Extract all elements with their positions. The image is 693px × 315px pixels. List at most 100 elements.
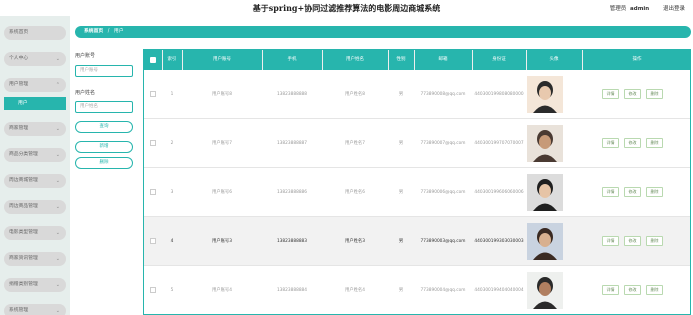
select-all-checkbox[interactable]	[150, 57, 156, 63]
cell-gender: 男	[398, 141, 404, 146]
sidebar-item-mall-management[interactable]: 周边商城管理 ⌄	[4, 174, 66, 188]
account-input[interactable]: 用户账号	[75, 65, 133, 77]
header-name: 用户姓名	[346, 57, 364, 62]
cell-index: 3	[170, 190, 174, 195]
header-email: 邮箱	[438, 57, 448, 62]
sidebar-item-home[interactable]: 系统首页	[4, 26, 66, 40]
cell-idcard: 440300199303030003	[474, 239, 524, 244]
avatar	[527, 76, 563, 113]
row-checkbox[interactable]	[150, 287, 156, 293]
cell-idcard: 440300199707070007	[474, 141, 524, 146]
header-actions: 操作	[632, 57, 642, 62]
user-table: 索引 用户账号 手机 用户姓名 性别 邮箱 身份证 头像 操作 1 用户账号8 1382388888…	[143, 49, 691, 315]
sidebar-item-label: 系统管理	[9, 308, 29, 313]
breadcrumb: 系统首页 / 用户	[75, 26, 691, 38]
table-row[interactable]: 1 用户账号8 13823888888 用户姓名8 男 773890008@qq.com 4…	[144, 70, 690, 119]
add-button[interactable]: 新增	[75, 141, 133, 153]
cell-phone: 13823888886	[276, 190, 308, 195]
logout-link[interactable]: 退出登录	[663, 6, 685, 12]
edit-button[interactable]: 修改	[624, 236, 641, 246]
edit-button[interactable]: 修改	[624, 187, 641, 197]
sidebar-item-system-management[interactable]: 系统管理 ⌄	[4, 304, 66, 315]
detail-button[interactable]: 详情	[602, 236, 619, 246]
cell-account: 用户账号3	[212, 239, 232, 244]
row-checkbox[interactable]	[150, 189, 156, 195]
sidebar-item-label: 周边商城管理	[9, 178, 38, 183]
table-row[interactable]: 3 用户账号6 13823888886 用户姓名6 男 773890006@qq.com 4…	[144, 168, 690, 217]
cell-phone: 13823888884	[276, 288, 308, 293]
breadcrumb-home[interactable]: 系统首页	[84, 29, 103, 34]
sidebar-item-user-management[interactable]: 用户管理 ⌃	[4, 78, 66, 92]
detail-button[interactable]: 详情	[602, 138, 619, 148]
chevron-down-icon: ⌄	[55, 282, 60, 288]
row-checkbox[interactable]	[150, 238, 156, 244]
cell-idcard: 440300199606060006	[474, 190, 524, 195]
delete-row-button[interactable]: 删除	[646, 187, 663, 197]
cell-index: 2	[170, 141, 174, 146]
table-row[interactable]: 4 用户账号3 13823888883 用户姓名3 男 773890003@qq.com 4…	[144, 217, 690, 266]
user-name: admin	[630, 6, 650, 12]
delete-button[interactable]: 删除	[75, 157, 133, 169]
cell-index: 4	[170, 239, 174, 244]
sidebar: 系统首页 个人中心 ⌄ 用户管理 ⌃ 用户 商家管理 ⌄ 商品分类管理 ⌄ 周边商城管理…	[0, 16, 70, 315]
query-button[interactable]: 查询	[75, 121, 133, 133]
sidebar-item-news-management[interactable]: 商家资讯管理 ⌄	[4, 252, 66, 266]
cell-email: 773890003@qq.com	[420, 239, 466, 244]
cell-account: 用户账号6	[212, 190, 232, 195]
cell-email: 773890007@qq.com	[420, 141, 466, 146]
edit-button[interactable]: 修改	[624, 89, 641, 99]
delete-row-button[interactable]: 删除	[646, 138, 663, 148]
delete-row-button[interactable]: 删除	[646, 285, 663, 295]
delete-row-button[interactable]: 删除	[646, 89, 663, 99]
breadcrumb-current: 用户	[113, 29, 124, 34]
sidebar-item-product-management[interactable]: 周边商品管理 ⌄	[4, 200, 66, 214]
cell-email: 773890004@qq.com	[420, 288, 466, 293]
detail-button[interactable]: 详情	[602, 89, 619, 99]
cell-name: 用户姓名7	[345, 141, 365, 146]
header-gender: 性别	[396, 57, 406, 62]
breadcrumb-separator: /	[107, 29, 110, 34]
sidebar-item-donation-management[interactable]: 捐赠类别管理 ⌄	[4, 278, 66, 292]
detail-button[interactable]: 详情	[602, 285, 619, 295]
delete-row-button[interactable]: 删除	[646, 236, 663, 246]
cell-name: 用户姓名6	[345, 190, 365, 195]
sidebar-item-label: 电影类型管理	[9, 230, 38, 235]
chevron-down-icon: ⌄	[55, 256, 60, 262]
table-row[interactable]: 2 用户账号7 13823888887 用户姓名7 男 773890007@qq.com 4…	[144, 119, 690, 168]
cell-name: 用户姓名8	[345, 92, 365, 97]
detail-button[interactable]: 详情	[602, 187, 619, 197]
cell-email: 773890006@qq.com	[420, 190, 466, 195]
sidebar-item-label: 商家管理	[9, 126, 29, 131]
cell-account: 用户账号7	[212, 141, 232, 146]
avatar	[527, 125, 563, 162]
sidebar-item-movie-type-management[interactable]: 电影类型管理 ⌄	[4, 226, 66, 240]
chevron-up-icon: ⌃	[55, 82, 60, 88]
edit-button[interactable]: 修改	[624, 285, 641, 295]
cell-idcard: 440300199404040004	[474, 288, 524, 293]
sidebar-item-merchant-management[interactable]: 商家管理 ⌄	[4, 122, 66, 136]
avatar	[527, 272, 563, 309]
user-role: 管理员	[609, 6, 627, 12]
account-label: 用户账号	[75, 53, 96, 59]
cell-gender: 男	[398, 288, 404, 293]
sidebar-item-label: 系统首页	[9, 30, 29, 35]
header-account: 用户账号	[213, 57, 231, 62]
sidebar-item-category-management[interactable]: 商品分类管理 ⌄	[4, 148, 66, 162]
row-checkbox[interactable]	[150, 91, 156, 97]
sidebar-subitem-user[interactable]: 用户	[4, 97, 66, 110]
table-row[interactable]: 5 用户账号4 13823888884 用户姓名4 男 773890004@qq.com 4…	[144, 266, 690, 314]
cell-account: 用户账号8	[212, 92, 232, 97]
cell-phone: 13823888883	[276, 239, 308, 244]
chevron-down-icon: ⌄	[55, 308, 60, 314]
user-info: 管理员 admin 退出登录	[608, 4, 685, 12]
row-checkbox[interactable]	[150, 140, 156, 146]
cell-phone: 13823888888	[276, 92, 308, 97]
header-phone: 手机	[287, 57, 297, 62]
sidebar-item-personal-center[interactable]: 个人中心 ⌄	[4, 52, 66, 66]
sidebar-item-label: 捐赠类别管理	[9, 282, 38, 287]
cell-account: 用户账号4	[212, 288, 232, 293]
sidebar-item-label: 用户管理	[9, 82, 29, 87]
avatar	[527, 174, 563, 211]
name-input[interactable]: 用户姓名	[75, 101, 133, 113]
edit-button[interactable]: 修改	[624, 138, 641, 148]
